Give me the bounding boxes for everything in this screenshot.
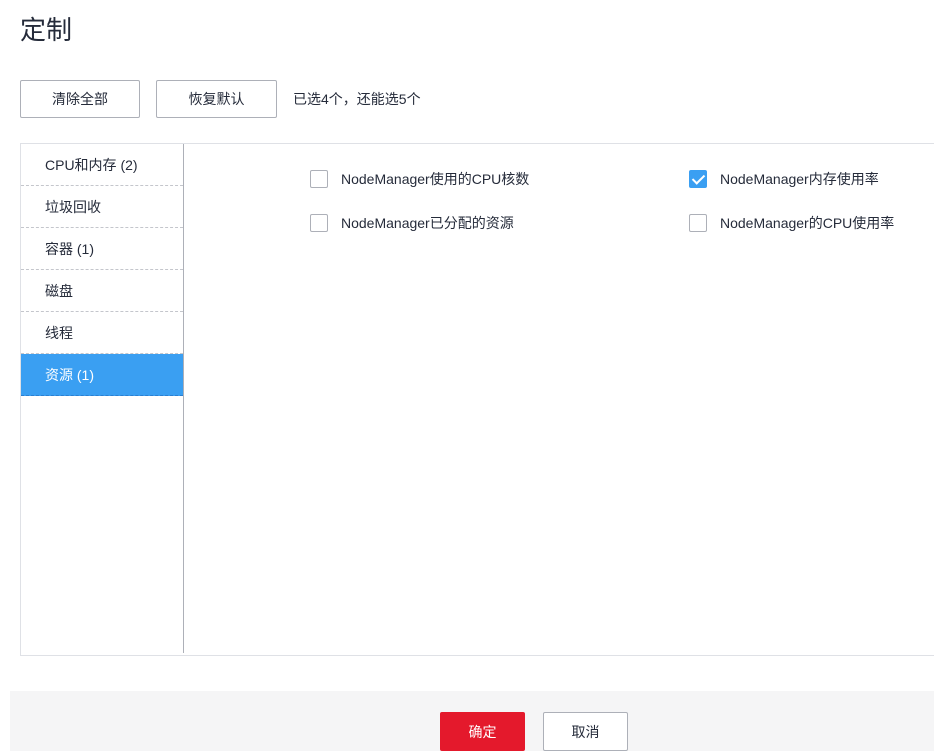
metric-option[interactable]: NodeManager的CPU使用率 bbox=[689, 213, 894, 233]
dialog-footer: 确定 取消 bbox=[10, 691, 934, 751]
sidebar-item-disk[interactable]: 磁盘 bbox=[21, 270, 183, 312]
dialog-title: 定制 bbox=[20, 15, 73, 45]
selection-count-hint: 已选4个，还能选5个 bbox=[293, 91, 421, 107]
metric-option[interactable]: NodeManager使用的CPU核数 bbox=[310, 169, 529, 189]
metric-option-label: NodeManager的CPU使用率 bbox=[720, 215, 895, 231]
restore-default-button[interactable]: 恢复默认 bbox=[156, 80, 277, 118]
cancel-button[interactable]: 取消 bbox=[543, 712, 628, 751]
sidebar-item-cpu-memory[interactable]: CPU和内存 (2) bbox=[21, 144, 183, 186]
customize-dialog: 定制 清除全部 恢复默认 已选4个，还能选5个 CPU和内存 (2) 垃圾回收 … bbox=[0, 0, 934, 751]
confirm-button[interactable]: 确定 bbox=[440, 712, 525, 751]
sidebar-item-container[interactable]: 容器 (1) bbox=[21, 228, 183, 270]
clear-all-button[interactable]: 清除全部 bbox=[20, 80, 140, 118]
sidebar-item-thread[interactable]: 线程 bbox=[21, 312, 183, 354]
sidebar-item-garbage-collection[interactable]: 垃圾回收 bbox=[21, 186, 183, 228]
checkbox[interactable] bbox=[689, 214, 707, 232]
metric-option-label: NodeManager已分配的资源 bbox=[341, 215, 514, 231]
metric-option-label: NodeManager使用的CPU核数 bbox=[341, 171, 530, 187]
checkbox[interactable] bbox=[310, 214, 328, 232]
category-sidebar: CPU和内存 (2) 垃圾回收 容器 (1) 磁盘 线程 资源 (1) bbox=[21, 144, 184, 653]
metric-option[interactable]: NodeManager内存使用率 bbox=[689, 169, 879, 189]
checkbox[interactable] bbox=[310, 170, 328, 188]
metric-option[interactable]: NodeManager已分配的资源 bbox=[310, 213, 514, 233]
checkbox[interactable] bbox=[689, 170, 707, 188]
metrics-panel: CPU和内存 (2) 垃圾回收 容器 (1) 磁盘 线程 资源 (1) Node… bbox=[20, 143, 934, 656]
toolbar: 清除全部 恢复默认 已选4个，还能选5个 bbox=[20, 80, 421, 118]
metric-options: NodeManager使用的CPU核数 NodeManager内存使用率 Nod… bbox=[184, 144, 934, 653]
metric-option-label: NodeManager内存使用率 bbox=[720, 171, 879, 187]
sidebar-item-resource[interactable]: 资源 (1) bbox=[21, 354, 183, 396]
